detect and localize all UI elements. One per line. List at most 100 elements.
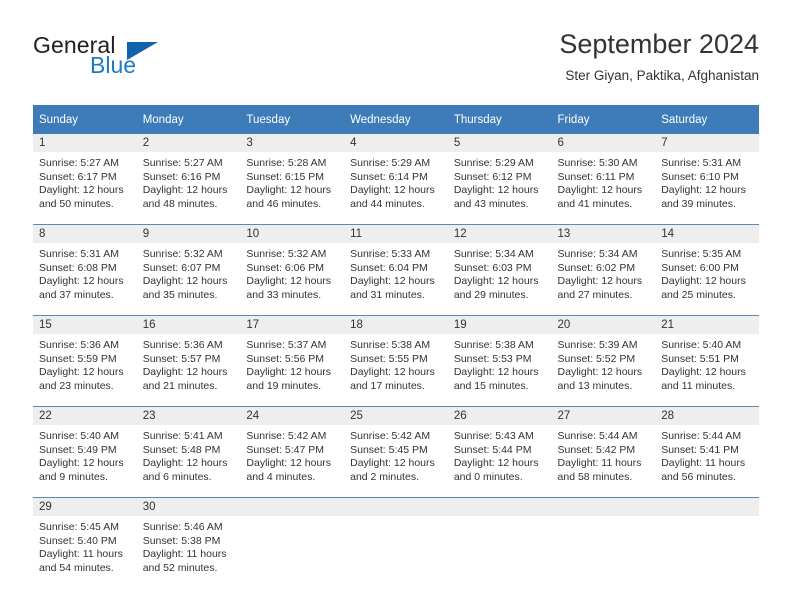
daylight-text-line2: and 31 minutes. <box>350 288 425 301</box>
calendar-day-cell[interactable]: 30 Sunrise: 5:46 AM Sunset: 5:38 PM Dayligh… <box>136 497 241 588</box>
page-title: September 2024 <box>559 29 759 59</box>
calendar-day-cell[interactable]: 11 Sunrise: 5:33 AM Sunset: 6:04 PM Dayligh… <box>344 224 448 316</box>
day-cell-inner: 12 Sunrise: 5:34 AM Sunset: 6:03 PM Dayligh… <box>447 225 552 315</box>
calendar-day-cell[interactable]: 13 Sunrise: 5:34 AM Sunset: 6:02 PM Dayligh… <box>551 224 656 316</box>
daylight-text-line2: and 25 minutes. <box>661 288 736 301</box>
daylight-text-line2: and 33 minutes. <box>246 288 322 301</box>
day-details: Sunrise: 5:36 AM Sunset: 5:57 PM Daylight:… <box>137 334 241 393</box>
sunrise-text: Sunrise: 5:44 AM <box>661 430 742 442</box>
day-cell-inner: 3 Sunrise: 5:28 AM Sunset: 6:15 PM Daylight… <box>240 134 345 224</box>
weekday-header-friday: Friday <box>551 105 656 134</box>
calendar-day-cell[interactable]: 23 Sunrise: 5:41 AM Sunset: 5:48 PM Dayligh… <box>136 406 241 498</box>
day-number: 5 <box>447 134 552 152</box>
brand-logo[interactable]: General Blue <box>33 32 213 88</box>
calendar-day-cell[interactable]: 28 Sunrise: 5:44 AM Sunset: 5:41 PM Dayligh… <box>655 406 759 498</box>
calendar-day-cell[interactable]: 24 Sunrise: 5:42 AM Sunset: 5:47 PM Dayligh… <box>240 406 345 498</box>
daylight-text-line2: and 56 minutes. <box>661 470 736 483</box>
daylight-text-line2: and 54 minutes. <box>39 561 114 574</box>
daylight-text-line2: and 46 minutes. <box>246 197 322 210</box>
day-cell-inner: 18 Sunrise: 5:38 AM Sunset: 5:55 PM Dayligh… <box>344 316 448 406</box>
sunset-text: Sunset: 5:44 PM <box>453 443 532 456</box>
calendar-day-cell[interactable]: 9 Sunrise: 5:32 AM Sunset: 6:07 PM Daylight… <box>136 224 241 316</box>
calendar-day-cell[interactable]: 3 Sunrise: 5:28 AM Sunset: 6:15 PM Daylight… <box>240 134 345 225</box>
day-details: Sunrise: 5:28 AM Sunset: 6:15 PM Daylight:… <box>240 152 344 211</box>
daylight-text-line2: and 50 minutes. <box>39 197 114 210</box>
calendar-day-cell[interactable]: 22 Sunrise: 5:40 AM Sunset: 5:49 PM Dayligh… <box>33 406 137 498</box>
calendar-day-cell[interactable]: 7 Sunrise: 5:31 AM Sunset: 6:10 PM Daylight… <box>655 134 759 225</box>
sunrise-text: Sunrise: 5:27 AM <box>39 157 119 169</box>
sunset-text: Sunset: 6:11 PM <box>557 170 635 183</box>
calendar-day-cell[interactable]: 21 Sunrise: 5:40 AM Sunset: 5:51 PM Dayligh… <box>655 315 759 407</box>
sunrise-text: Sunrise: 5:32 AM <box>142 248 223 260</box>
daylight-text-line2: and 48 minutes. <box>142 197 218 210</box>
calendar-day-cell[interactable]: 29 Sunrise: 5:45 AM Sunset: 5:40 PM Dayligh… <box>33 497 137 588</box>
sunrise-text: Sunrise: 5:31 AM <box>39 248 119 260</box>
day-number: 2 <box>136 134 241 152</box>
calendar-day-cell[interactable]: 16 Sunrise: 5:36 AM Sunset: 5:57 PM Dayligh… <box>136 315 241 407</box>
daylight-text-line1: Daylight: 12 hours <box>453 457 539 470</box>
sunset-text: Sunset: 5:47 PM <box>246 443 325 456</box>
sunset-text: Sunset: 6:10 PM <box>661 170 739 183</box>
day-number: 23 <box>136 407 241 425</box>
day-number: 26 <box>447 407 552 425</box>
day-details: Sunrise: 5:29 AM Sunset: 6:14 PM Daylight:… <box>344 152 448 211</box>
daylight-text-line1: Daylight: 12 hours <box>661 184 746 197</box>
calendar-day-cell[interactable]: 14 Sunrise: 5:35 AM Sunset: 6:00 PM Dayligh… <box>655 224 759 316</box>
day-details: Sunrise: 5:30 AM Sunset: 6:11 PM Daylight:… <box>552 152 656 211</box>
calendar-day-cell[interactable]: 19 Sunrise: 5:38 AM Sunset: 5:53 PM Dayligh… <box>447 315 552 407</box>
calendar-day-cell[interactable]: 1 Sunrise: 5:27 AM Sunset: 6:17 PM Daylight… <box>33 134 137 225</box>
day-details: Sunrise: 5:27 AM Sunset: 6:16 PM Daylight:… <box>137 152 241 211</box>
sunset-text: Sunset: 6:07 PM <box>142 261 221 274</box>
calendar-day-cell[interactable]: 4 Sunrise: 5:29 AM Sunset: 6:14 PM Daylight… <box>344 134 448 225</box>
day-details: Sunrise: 5:44 AM Sunset: 5:42 PM Daylight:… <box>552 425 656 484</box>
sunset-text: Sunset: 5:57 PM <box>142 352 221 365</box>
weekday-header-sunday: Sunday <box>33 105 137 134</box>
sunset-text: Sunset: 6:17 PM <box>39 170 117 183</box>
sunrise-text: Sunrise: 5:42 AM <box>246 430 327 442</box>
day-details: Sunrise: 5:42 AM Sunset: 5:47 PM Daylight:… <box>240 425 344 484</box>
calendar-day-cell[interactable]: 10 Sunrise: 5:32 AM Sunset: 6:06 PM Dayligh… <box>240 224 345 316</box>
calendar-day-cell <box>447 497 552 588</box>
calendar-day-cell[interactable]: 17 Sunrise: 5:37 AM Sunset: 5:56 PM Dayligh… <box>240 315 345 407</box>
weekday-header-monday: Monday <box>136 105 241 134</box>
calendar-day-cell[interactable]: 26 Sunrise: 5:43 AM Sunset: 5:44 PM Dayligh… <box>447 406 552 498</box>
daylight-text-line2: and 9 minutes. <box>39 470 108 483</box>
calendar-day-cell[interactable]: 25 Sunrise: 5:42 AM Sunset: 5:45 PM Dayligh… <box>344 406 448 498</box>
day-details: Sunrise: 5:34 AM Sunset: 6:03 PM Daylight:… <box>448 243 552 302</box>
daylight-text-line2: and 35 minutes. <box>142 288 218 301</box>
day-cell-inner: 26 Sunrise: 5:43 AM Sunset: 5:44 PM Dayligh… <box>447 407 552 497</box>
day-details: Sunrise: 5:38 AM Sunset: 5:55 PM Daylight:… <box>344 334 448 393</box>
sunset-text: Sunset: 5:49 PM <box>39 443 117 456</box>
day-number: 28 <box>655 407 759 425</box>
calendar-day-cell[interactable]: 12 Sunrise: 5:34 AM Sunset: 6:03 PM Dayligh… <box>447 224 552 316</box>
calendar-day-cell[interactable]: 18 Sunrise: 5:38 AM Sunset: 5:55 PM Dayligh… <box>344 315 448 407</box>
day-cell-inner: 1 Sunrise: 5:27 AM Sunset: 6:17 PM Daylight… <box>33 134 137 224</box>
daylight-text-line2: and 44 minutes. <box>350 197 425 210</box>
day-cell-inner: 30 Sunrise: 5:46 AM Sunset: 5:38 PM Dayligh… <box>136 498 241 588</box>
calendar-day-cell[interactable]: 15 Sunrise: 5:36 AM Sunset: 5:59 PM Dayligh… <box>33 315 137 407</box>
calendar-body: 1 Sunrise: 5:27 AM Sunset: 6:17 PM Daylight… <box>33 134 759 588</box>
weekday-header-saturday: Saturday <box>655 105 759 134</box>
day-number: 21 <box>655 316 759 334</box>
sunset-text: Sunset: 6:16 PM <box>142 170 221 183</box>
calendar-day-cell[interactable]: 20 Sunrise: 5:39 AM Sunset: 5:52 PM Dayligh… <box>551 315 656 407</box>
day-number: 24 <box>240 407 345 425</box>
daylight-text-line1: Daylight: 11 hours <box>557 457 642 470</box>
day-cell-inner: 19 Sunrise: 5:38 AM Sunset: 5:53 PM Dayligh… <box>447 316 552 406</box>
calendar-page: General Blue September 2024 Ster Giyan, … <box>0 0 792 612</box>
sunrise-text: Sunrise: 5:36 AM <box>142 339 223 351</box>
sunrise-text: Sunrise: 5:40 AM <box>39 430 119 442</box>
daylight-text-line1: Daylight: 11 hours <box>661 457 746 470</box>
day-details: Sunrise: 5:45 AM Sunset: 5:40 PM Daylight:… <box>33 516 137 575</box>
calendar-day-cell[interactable]: 8 Sunrise: 5:31 AM Sunset: 6:08 PM Daylight… <box>33 224 137 316</box>
day-number <box>447 498 552 516</box>
day-number: 27 <box>551 407 656 425</box>
day-cell-inner: 4 Sunrise: 5:29 AM Sunset: 6:14 PM Daylight… <box>344 134 448 224</box>
calendar-day-cell[interactable]: 5 Sunrise: 5:29 AM Sunset: 6:12 PM Daylight… <box>447 134 552 225</box>
calendar-day-cell[interactable]: 6 Sunrise: 5:30 AM Sunset: 6:11 PM Daylight… <box>551 134 656 225</box>
sunrise-text: Sunrise: 5:36 AM <box>39 339 119 351</box>
sunrise-text: Sunrise: 5:31 AM <box>661 157 742 169</box>
day-number: 8 <box>33 225 137 243</box>
calendar-day-cell[interactable]: 27 Sunrise: 5:44 AM Sunset: 5:42 PM Dayligh… <box>551 406 656 498</box>
calendar-day-cell[interactable]: 2 Sunrise: 5:27 AM Sunset: 6:16 PM Daylight… <box>136 134 241 225</box>
